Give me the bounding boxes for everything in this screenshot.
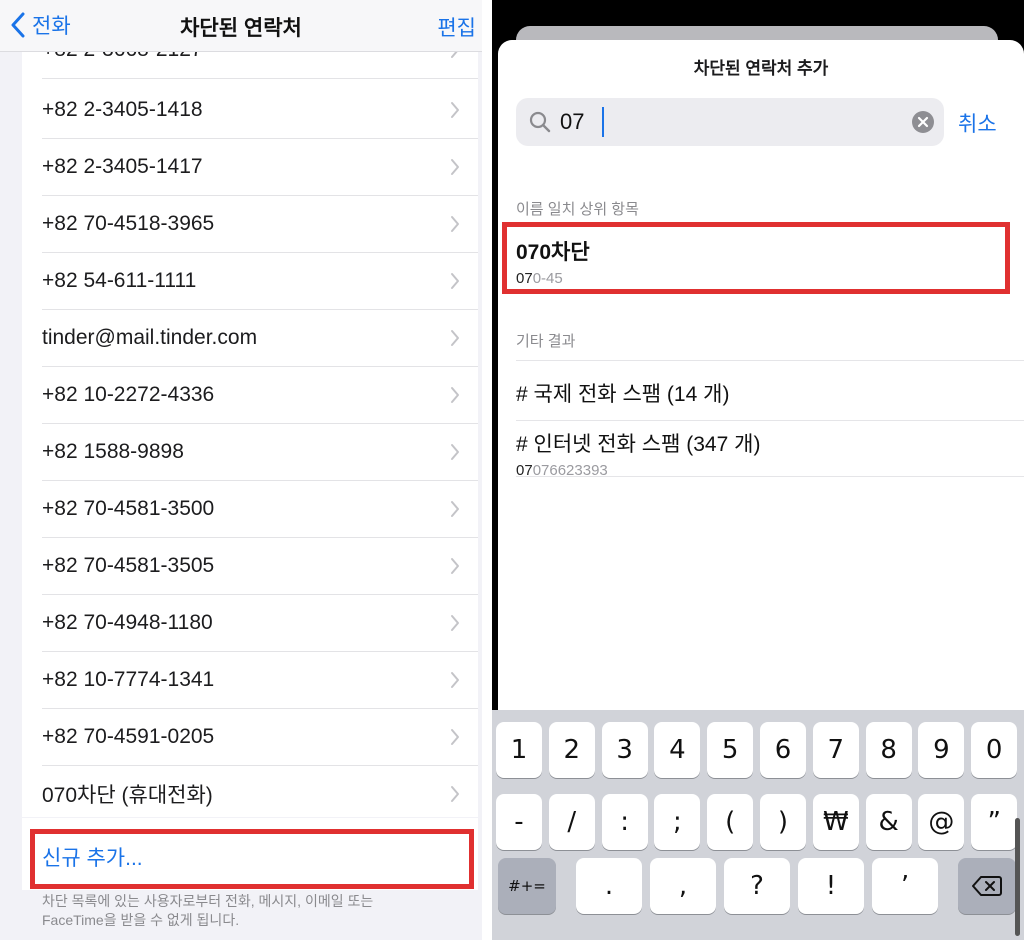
contact-label: +82 2-3405-1417: [42, 155, 203, 178]
contact-label: +82 70-4948-1180: [42, 611, 213, 634]
list-item[interactable]: +82 70-4948-1180: [42, 595, 478, 652]
list-item[interactable]: +82 70-4591-0205: [42, 709, 478, 766]
backspace-icon: [972, 876, 1002, 896]
delete-key[interactable]: [958, 858, 1016, 914]
chevron-right-icon: [451, 330, 459, 346]
divider: [516, 476, 1024, 477]
chevron-right-icon: [451, 387, 459, 403]
chevron-right-icon: [451, 501, 459, 517]
chevron-right-icon: [451, 52, 458, 58]
section-header-other: 기타 결과: [516, 333, 576, 350]
symbol-key[interactable]: ₩: [812, 794, 859, 850]
digit-key[interactable]: 9: [918, 722, 965, 778]
chevron-right-icon: [451, 615, 459, 631]
nav-bar: 전화 차단된 연락처 편집: [0, 0, 482, 52]
digit-key[interactable]: 3: [601, 722, 648, 778]
highlight-box: [502, 222, 1010, 294]
punct-key[interactable]: .: [576, 858, 642, 914]
contact-label: +82 1588-9898: [42, 440, 184, 463]
punct-key[interactable]: ?: [724, 858, 790, 914]
chevron-right-icon: [451, 102, 459, 118]
digit-key[interactable]: 7: [812, 722, 859, 778]
blocked-list: +82 2-3668-2127 +82 2-3405-1418 +82 2-340…: [22, 52, 478, 817]
list-item[interactable]: tinder@mail.tinder.com: [42, 310, 478, 367]
symbol-key[interactable]: &: [865, 794, 912, 850]
chevron-right-icon: [451, 729, 459, 745]
list-item[interactable]: +82 2-3405-1418: [42, 82, 478, 139]
edit-button[interactable]: 편집: [437, 12, 476, 42]
result-name: # 국제 전화 스팸 (14 개): [516, 383, 730, 406]
chevron-right-icon: [451, 216, 459, 232]
divider: [516, 420, 1024, 421]
list-item[interactable]: +82 10-2272-4336: [42, 367, 478, 424]
keyboard: #+= 1 2 3 4 5 6 7 8 9 0 - /:;() ₩ & @”.,?!’: [492, 710, 1024, 940]
symbol-key[interactable]: (: [707, 794, 754, 850]
list-item[interactable]: +82 1588-9898: [42, 424, 478, 481]
contact-label: tinder@mail.tinder.com: [42, 326, 258, 349]
symbol-key[interactable]: ): [760, 794, 806, 850]
symbol-key[interactable]: -: [496, 794, 542, 850]
search-value: 07: [560, 109, 585, 134]
list-item[interactable]: +82 10-7774-1341: [42, 652, 478, 709]
list-item[interactable]: +82 70-4581-3505: [42, 538, 478, 595]
footer-line: 차단 목록에 있는 사용자로부터 전화, 메시지, 이메일 또는: [42, 893, 374, 909]
digit-key[interactable]: 6: [760, 722, 806, 778]
digit-key[interactable]: 2: [548, 722, 595, 778]
contact-label: +82 70-4581-3500: [42, 497, 215, 520]
list-item[interactable]: +82 70-4518-3965: [42, 196, 478, 253]
result-item[interactable]: # 국제 전화 스팸 (14 개): [516, 378, 1016, 408]
symbol-key[interactable]: @: [918, 794, 965, 850]
footer-line: FaceTime을 받을 수 없게 됩니다.: [42, 912, 240, 928]
search-icon: [529, 111, 551, 133]
contact-label: +82 70-4581-3505: [42, 554, 215, 577]
contact-label: +82 10-7774-1341: [42, 668, 215, 691]
punct-key[interactable]: !: [798, 858, 864, 914]
chevron-right-icon: [451, 558, 459, 574]
result-item[interactable]: # 인터넷 전화 스팸 (347 개) 07076623393: [516, 428, 1016, 479]
divider: [516, 360, 1024, 361]
digit-key[interactable]: 0: [971, 722, 1018, 778]
text-caret: [602, 107, 604, 137]
cancel-button[interactable]: 취소: [958, 108, 997, 138]
digit-key[interactable]: 8: [865, 722, 912, 778]
sheet-title: 차단된 연락처 추가: [693, 59, 829, 78]
contact-label: 070차단 (휴대전화): [42, 784, 213, 807]
add-blocked-contact-panel: 차단된 연락처 추가 07 취소 이름 일치 상위 항목 070차단 070-4…: [492, 0, 1024, 940]
chevron-right-icon: [451, 444, 459, 460]
contact-label: +82 10-2272-4336: [42, 383, 215, 406]
list-item[interactable]: +82 70-4581-3500: [42, 481, 478, 538]
scroll-indicator[interactable]: [1015, 818, 1020, 936]
symbol-key[interactable]: /: [548, 794, 595, 850]
digit-key[interactable]: 1: [496, 722, 542, 778]
symbol-key[interactable]: ”: [971, 794, 1018, 850]
symbol-key[interactable]: :: [601, 794, 648, 850]
footer-note: 차단 목록에 있는 사용자로부터 전화, 메시지, 이메일 또는 FaceTim…: [42, 892, 462, 930]
contact-label: +82 70-4591-0205: [42, 725, 215, 748]
highlight-box: [30, 829, 474, 889]
punct-key[interactable]: ,: [650, 858, 716, 914]
punct-key[interactable]: ’: [872, 858, 938, 914]
digit-key[interactable]: 5: [707, 722, 754, 778]
list-item[interactable]: 070차단 (휴대전화): [42, 766, 478, 817]
clear-icon[interactable]: [912, 111, 934, 133]
chevron-right-icon: [451, 273, 459, 289]
symbols-key[interactable]: #+=: [498, 858, 556, 914]
blocked-contacts-panel: 전화 차단된 연락처 편집 +82 2-3668-2127 +82 2-3405…: [0, 0, 482, 940]
list-item[interactable]: +82 2-3405-1417: [42, 139, 478, 196]
digit-key[interactable]: 4: [654, 722, 701, 778]
list-item[interactable]: +82 2-3668-2127: [42, 52, 478, 79]
symbol-key[interactable]: ;: [654, 794, 701, 850]
section-header-top: 이름 일치 상위 항목: [516, 201, 639, 218]
search-input[interactable]: 07: [516, 98, 944, 146]
chevron-right-icon: [451, 672, 459, 688]
contact-label: +82 2-3668-2127: [42, 52, 203, 62]
result-name: # 인터넷 전화 스팸 (347 개): [516, 433, 761, 456]
chevron-right-icon: [451, 159, 459, 175]
contact-label: +82 2-3405-1418: [42, 98, 203, 121]
list-item[interactable]: +82 54-611-1111: [42, 253, 478, 310]
page-title: 차단된 연락처: [180, 17, 302, 40]
chevron-right-icon: [451, 786, 459, 802]
contact-label: +82 70-4518-3965: [42, 212, 215, 235]
contact-label: +82 54-611-1111: [42, 269, 197, 292]
